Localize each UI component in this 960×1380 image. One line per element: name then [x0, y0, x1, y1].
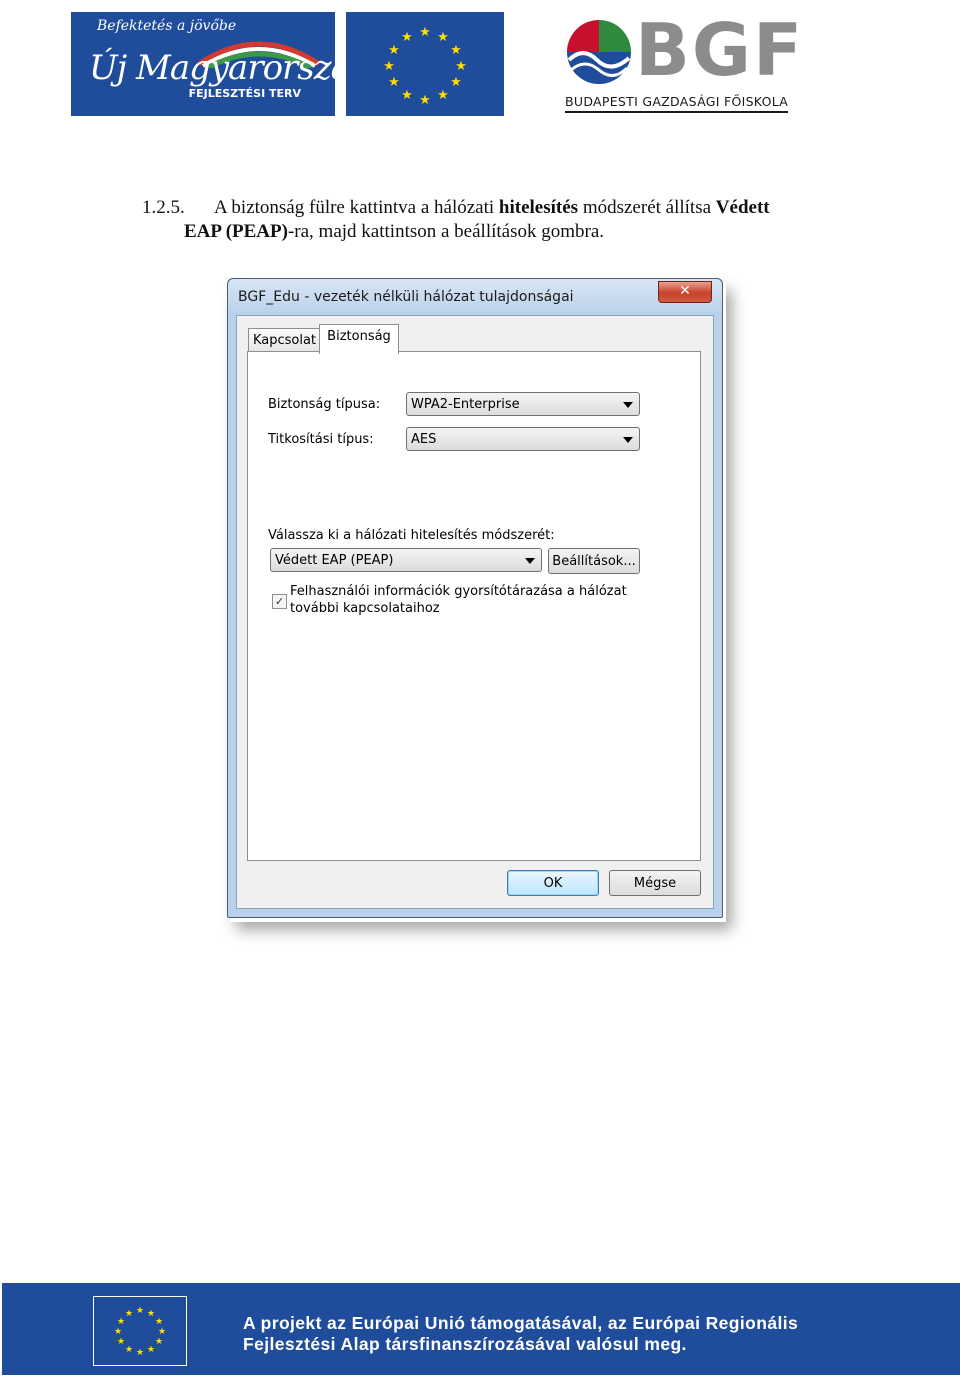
eu-stars-icon: ★ ★ ★ ★ ★ ★ ★ ★ ★ ★ ★ ★	[383, 25, 467, 108]
encryption-type-label: Titkosítási típus:	[268, 432, 374, 447]
settings-button[interactable]: Beállítások...	[548, 548, 640, 574]
step-paragraph: 1.2.5. A biztonság fülre kattintva a háló…	[142, 196, 902, 244]
svg-text:★: ★	[437, 88, 449, 103]
svg-text:★: ★	[114, 1327, 122, 1337]
svg-text:★: ★	[450, 43, 462, 58]
svg-text:★: ★	[401, 88, 413, 103]
tab-biztonsag[interactable]: Biztonság	[319, 324, 399, 354]
eu-stars-icon: ★ ★ ★ ★ ★ ★ ★ ★ ★ ★ ★ ★	[114, 1306, 166, 1358]
cache-credentials-checkbox[interactable]: ✓	[272, 594, 287, 609]
footer-banner: ★ ★ ★ ★ ★ ★ ★ ★ ★ ★ ★ ★ A projekt az Eur…	[2, 1283, 960, 1375]
step-text-b: módszerét állítsa	[578, 197, 716, 218]
chevron-down-icon	[623, 437, 633, 443]
svg-text:★: ★	[388, 75, 400, 90]
security-tab-panel: Biztonság típusa: WPA2-Enterprise Titkos…	[247, 351, 701, 861]
auth-method-value: Védett EAP (PEAP)	[275, 553, 394, 568]
svg-text:★: ★	[437, 30, 449, 45]
cache-credentials-label-1: Felhasználói információk gyorsítótárazás…	[290, 584, 627, 599]
svg-text:★: ★	[155, 1317, 163, 1327]
step-text-c: -ra, majd kattintson a beállítások gombr…	[287, 221, 605, 242]
bgf-letters: BGF	[635, 8, 805, 92]
svg-text:★: ★	[158, 1327, 166, 1337]
svg-text:★: ★	[125, 1309, 133, 1319]
bgf-logo: BGF BUDAPESTI GAZDASÁGI FŐISKOLA	[563, 8, 833, 116]
svg-text:★: ★	[117, 1317, 125, 1327]
step-bold-hitelesites: hitelesítés	[498, 197, 579, 218]
chevron-down-icon	[525, 558, 535, 564]
footer-eu-flag: ★ ★ ★ ★ ★ ★ ★ ★ ★ ★ ★ ★	[93, 1296, 187, 1366]
svg-text:★: ★	[455, 59, 467, 74]
svg-text:★: ★	[401, 30, 413, 45]
footer-text: A projekt az Európai Unió támogatásával,…	[243, 1313, 798, 1355]
svg-text:★: ★	[136, 1306, 144, 1316]
umft-subtitle: FEJLESZTÉSI TERV	[188, 87, 301, 100]
bgf-emblem-icon	[567, 20, 631, 84]
checkmark-icon: ✓	[274, 595, 285, 608]
svg-text:★: ★	[419, 25, 431, 40]
close-button[interactable]: ✕	[658, 281, 712, 303]
wireless-properties-dialog: BGF_Edu - vezeték nélküli hálózat tulajd…	[227, 278, 723, 918]
dialog-titlebar[interactable]: BGF_Edu - vezeték nélküli hálózat tulajd…	[228, 279, 722, 313]
svg-text:★: ★	[155, 1337, 163, 1347]
security-type-value: WPA2-Enterprise	[411, 397, 520, 412]
tab-kapcsolat[interactable]: Kapcsolat	[248, 328, 321, 353]
dialog-title: BGF_Edu - vezeték nélküli hálózat tulajd…	[238, 289, 574, 305]
step-bold-peap: EAP (PEAP)	[184, 221, 288, 242]
svg-text:★: ★	[147, 1345, 155, 1355]
svg-text:★: ★	[388, 43, 400, 58]
step-bold-vedett: Védett	[715, 197, 770, 218]
security-type-select[interactable]: WPA2-Enterprise	[406, 392, 640, 416]
umft-name: Új Magyarország	[89, 48, 372, 88]
svg-text:★: ★	[419, 93, 431, 108]
uj-magyarorszag-logo: Befektetés a jövőbe Új Magyarország FEJL…	[71, 12, 372, 116]
cache-credentials-label-2: további kapcsolataihoz	[290, 601, 440, 616]
dialog-client-area: Kapcsolat Biztonság Biztonság típusa: WP…	[236, 315, 714, 909]
svg-text:★: ★	[125, 1345, 133, 1355]
auth-method-select[interactable]: Védett EAP (PEAP)	[270, 548, 542, 572]
encryption-type-select[interactable]: AES	[406, 427, 640, 451]
svg-text:★: ★	[450, 75, 462, 90]
auth-method-label: Válassza ki a hálózati hitelesítés módsz…	[268, 528, 555, 543]
bgf-subtitle: BUDAPESTI GAZDASÁGI FŐISKOLA	[565, 94, 789, 113]
svg-text:★: ★	[136, 1348, 144, 1358]
cancel-button[interactable]: Mégse	[609, 870, 701, 896]
close-icon: ✕	[679, 283, 691, 299]
svg-text:★: ★	[383, 59, 395, 74]
security-type-label: Biztonság típusa:	[268, 397, 381, 412]
step-number: 1.2.5.	[142, 197, 185, 218]
ok-button[interactable]: OK	[507, 870, 599, 896]
svg-text:★: ★	[117, 1337, 125, 1347]
footer-line-2: Fejlesztési Alap társfinanszírozásával v…	[243, 1334, 687, 1354]
footer-line-1: A projekt az Európai Unió támogatásával,…	[243, 1313, 799, 1333]
eu-flag-logo: ★ ★ ★ ★ ★ ★ ★ ★ ★ ★ ★ ★	[346, 12, 504, 116]
step-text-a: A biztonság fülre kattintva a hálózati	[214, 197, 499, 218]
chevron-down-icon	[623, 402, 633, 408]
svg-text:★: ★	[147, 1309, 155, 1319]
encryption-type-value: AES	[411, 432, 437, 447]
